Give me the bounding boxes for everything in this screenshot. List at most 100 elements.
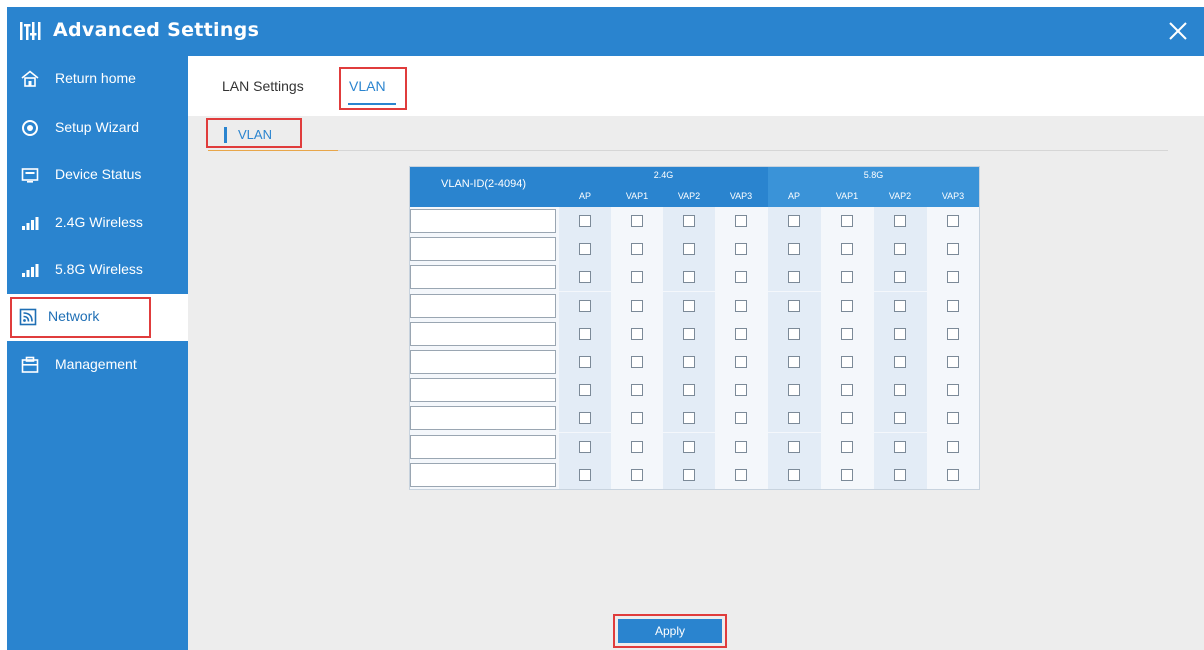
vlan-member-checkbox[interactable] bbox=[947, 468, 959, 481]
sidebar-item-5-8g-wireless[interactable]: 5.8G Wireless bbox=[7, 247, 188, 294]
vlan-member-checkbox[interactable] bbox=[579, 215, 591, 227]
vlan-member-checkbox[interactable] bbox=[947, 271, 959, 284]
vlan-member-checkbox[interactable] bbox=[631, 271, 643, 284]
vlan-member-checkbox[interactable] bbox=[947, 299, 959, 312]
vlan-member-checkbox[interactable] bbox=[683, 440, 695, 453]
vlan-member-checkbox[interactable] bbox=[683, 299, 695, 312]
vlan-member-checkbox[interactable] bbox=[947, 384, 959, 397]
vlan-member-checkbox[interactable] bbox=[841, 299, 853, 312]
sidebar-item-return-home[interactable]: Return home bbox=[7, 56, 188, 103]
vlan-member-checkbox[interactable] bbox=[631, 412, 643, 425]
vlan-member-checkbox[interactable] bbox=[894, 327, 906, 340]
vlan-member-checkbox[interactable] bbox=[841, 412, 853, 425]
vlan-id-input[interactable] bbox=[410, 462, 556, 487]
close-icon[interactable] bbox=[1166, 19, 1190, 43]
vlan-member-checkbox[interactable] bbox=[788, 215, 800, 227]
vlan-member-checkbox[interactable] bbox=[631, 440, 643, 453]
sidebar-item-2-4g-wireless[interactable]: 2.4G Wireless bbox=[7, 200, 188, 247]
vlan-member-checkbox[interactable] bbox=[579, 356, 591, 368]
vlan-member-checkbox[interactable] bbox=[947, 215, 959, 227]
vlan-member-checkbox[interactable] bbox=[683, 243, 695, 256]
vlan-member-checkbox[interactable] bbox=[683, 412, 695, 425]
vlan-member-checkbox[interactable] bbox=[788, 440, 800, 453]
vlan-member-checkbox[interactable] bbox=[841, 440, 853, 453]
vlan-member-checkbox[interactable] bbox=[579, 271, 591, 284]
vlan-member-checkbox[interactable] bbox=[894, 384, 906, 397]
vlan-member-checkbox[interactable] bbox=[735, 356, 747, 368]
vlan-member-checkbox[interactable] bbox=[894, 412, 906, 425]
vlan-member-checkbox[interactable] bbox=[841, 243, 853, 256]
sidebar-item-network[interactable]: Network bbox=[7, 294, 188, 341]
vlan-member-checkbox[interactable] bbox=[947, 440, 959, 453]
vlan-member-checkbox[interactable] bbox=[788, 384, 800, 397]
vlan-member-checkbox[interactable] bbox=[683, 327, 695, 340]
vlan-member-checkbox[interactable] bbox=[788, 468, 800, 481]
vlan-member-checkbox[interactable] bbox=[683, 384, 695, 397]
vlan-id-input[interactable] bbox=[410, 209, 556, 233]
sidebar-item-management[interactable]: Management bbox=[7, 342, 188, 389]
tab-lan-settings[interactable]: LAN Settings bbox=[222, 78, 304, 94]
apply-button[interactable]: Apply bbox=[618, 619, 722, 643]
vlan-member-checkbox[interactable] bbox=[947, 356, 959, 368]
vlan-member-checkbox[interactable] bbox=[579, 468, 591, 481]
vlan-member-checkbox[interactable] bbox=[841, 327, 853, 340]
vlan-member-checkbox[interactable] bbox=[683, 468, 695, 481]
vlan-member-checkbox[interactable] bbox=[894, 356, 906, 368]
vlan-member-checkbox[interactable] bbox=[735, 215, 747, 227]
vlan-member-checkbox[interactable] bbox=[841, 384, 853, 397]
vlan-member-checkbox[interactable] bbox=[788, 356, 800, 368]
vlan-member-checkbox[interactable] bbox=[631, 327, 643, 340]
vlan-member-checkbox[interactable] bbox=[735, 412, 747, 425]
vlan-member-checkbox[interactable] bbox=[579, 412, 591, 425]
vlan-member-checkbox[interactable] bbox=[735, 299, 747, 312]
vlan-member-checkbox[interactable] bbox=[735, 243, 747, 256]
vlan-member-checkbox[interactable] bbox=[788, 271, 800, 284]
vlan-member-checkbox[interactable] bbox=[735, 327, 747, 340]
vlan-member-checkbox[interactable] bbox=[947, 412, 959, 425]
vlan-member-checkbox[interactable] bbox=[631, 356, 643, 368]
vlan-member-checkbox[interactable] bbox=[683, 271, 695, 284]
vlan-member-checkbox[interactable] bbox=[894, 243, 906, 256]
vlan-id-input[interactable] bbox=[410, 378, 556, 403]
vlan-member-checkbox[interactable] bbox=[631, 468, 643, 481]
vlan-id-input[interactable] bbox=[410, 293, 556, 318]
vlan-member-checkbox[interactable] bbox=[735, 384, 747, 397]
vlan-member-checkbox[interactable] bbox=[579, 440, 591, 453]
vlan-member-checkbox[interactable] bbox=[894, 440, 906, 453]
vlan-id-input[interactable] bbox=[410, 237, 556, 262]
vlan-id-input[interactable] bbox=[410, 434, 556, 459]
vlan-id-input[interactable] bbox=[410, 350, 556, 374]
vlan-member-checkbox[interactable] bbox=[683, 215, 695, 227]
vlan-member-checkbox[interactable] bbox=[735, 271, 747, 284]
vlan-member-checkbox[interactable] bbox=[788, 299, 800, 312]
vlan-id-input[interactable] bbox=[410, 321, 556, 346]
vlan-member-checkbox[interactable] bbox=[841, 215, 853, 227]
vlan-member-checkbox[interactable] bbox=[579, 299, 591, 312]
vlan-member-checkbox[interactable] bbox=[947, 327, 959, 340]
sidebar-item-device-status[interactable]: Device Status bbox=[7, 152, 188, 199]
vlan-member-checkbox[interactable] bbox=[683, 356, 695, 368]
vlan-member-checkbox[interactable] bbox=[894, 299, 906, 312]
vlan-member-checkbox[interactable] bbox=[894, 215, 906, 227]
vlan-member-checkbox[interactable] bbox=[894, 271, 906, 284]
vlan-member-checkbox[interactable] bbox=[788, 243, 800, 256]
vlan-member-checkbox[interactable] bbox=[841, 468, 853, 481]
vlan-id-input[interactable] bbox=[410, 406, 556, 431]
vlan-member-checkbox[interactable] bbox=[735, 468, 747, 481]
vlan-member-checkbox[interactable] bbox=[735, 440, 747, 453]
vlan-member-checkbox[interactable] bbox=[579, 384, 591, 397]
vlan-member-checkbox[interactable] bbox=[788, 412, 800, 425]
sidebar-item-setup-wizard[interactable]: Setup Wizard bbox=[7, 105, 188, 152]
vlan-member-checkbox[interactable] bbox=[579, 327, 591, 340]
vlan-member-checkbox[interactable] bbox=[631, 299, 643, 312]
vlan-member-checkbox[interactable] bbox=[894, 468, 906, 481]
vlan-member-checkbox[interactable] bbox=[841, 271, 853, 284]
vlan-member-checkbox[interactable] bbox=[631, 384, 643, 397]
vlan-member-checkbox[interactable] bbox=[947, 243, 959, 256]
vlan-member-checkbox[interactable] bbox=[579, 243, 591, 256]
vlan-member-checkbox[interactable] bbox=[631, 243, 643, 256]
vlan-id-input[interactable] bbox=[410, 265, 556, 290]
vlan-member-checkbox[interactable] bbox=[841, 356, 853, 368]
vlan-member-checkbox[interactable] bbox=[631, 215, 643, 227]
vlan-member-checkbox[interactable] bbox=[788, 327, 800, 340]
